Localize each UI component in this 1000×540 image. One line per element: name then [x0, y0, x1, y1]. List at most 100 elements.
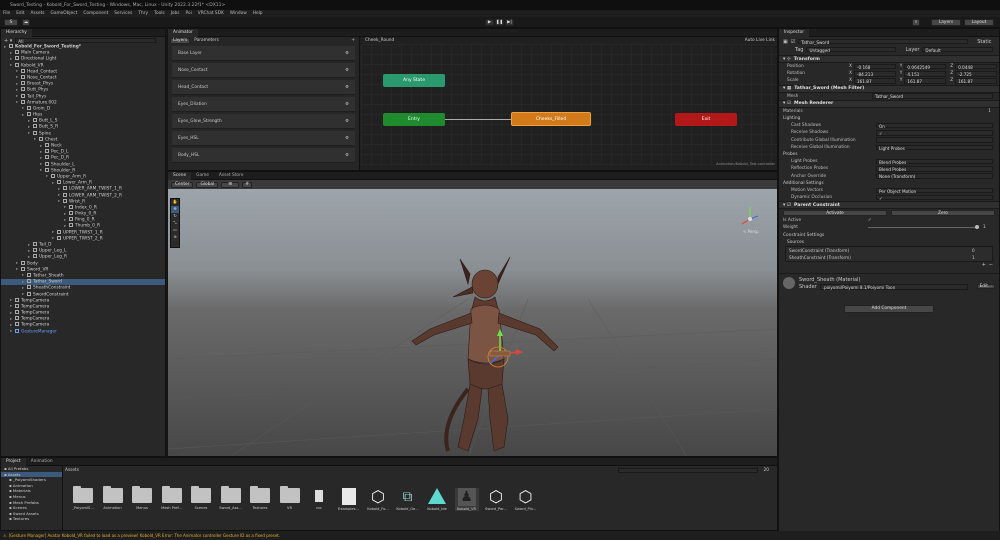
subtab-parameters[interactable]: Parameters [194, 38, 219, 43]
add-source-icon[interactable]: + [982, 262, 986, 268]
mesh-field[interactable]: Tathar_Sword [872, 93, 993, 99]
rotation-x-field[interactable]: -84.213 [853, 71, 896, 77]
gear-icon[interactable]: ⚙ [345, 51, 349, 56]
gear-icon[interactable]: ⚙ [345, 153, 349, 158]
project-asset[interactable]: _PoiyomiS... [71, 486, 95, 510]
additional-setting-field[interactable]: Per Object Motion [876, 187, 993, 194]
tab-game[interactable]: Game [191, 172, 214, 180]
project-asset[interactable]: Scenes [189, 486, 213, 510]
hierarchy-item[interactable]: ▸ GestureManager [1, 328, 165, 335]
rect-tool-icon[interactable]: ▭ [171, 227, 179, 234]
tab-animator[interactable]: Animator [168, 29, 198, 37]
add-component-button[interactable]: Add Component [844, 304, 934, 313]
project-asset[interactable]: csc [307, 488, 331, 510]
menu-item-file[interactable]: File [3, 11, 10, 16]
tab-scene[interactable]: Scene [168, 172, 192, 180]
x-axis-label[interactable]: X [849, 71, 852, 76]
node-any-state[interactable]: Any State [383, 74, 445, 87]
snap-icon[interactable]: ⊞ [221, 181, 240, 188]
project-search-input[interactable] [617, 467, 758, 474]
project-asset[interactable]: Mesh Pref... [160, 486, 184, 510]
node-exit[interactable]: Exit [675, 113, 737, 126]
menu-item-edit[interactable]: Edit [16, 11, 24, 16]
menu-item-services[interactable]: Services [114, 11, 132, 16]
position-z-field[interactable]: 0.0448 [955, 63, 998, 70]
menu-item-help[interactable]: Help [253, 11, 263, 16]
transform-tool-icon[interactable]: ⊕ [171, 234, 179, 241]
add-icon[interactable]: + ▾ [4, 38, 12, 44]
tab-hierarchy[interactable]: Hierarchy [1, 29, 32, 37]
scale-y-field[interactable]: 161.87 [904, 78, 947, 84]
lighting-section[interactable]: Lighting [779, 115, 999, 122]
project-asset[interactable]: Kobold_Ide [425, 488, 449, 511]
gear-icon[interactable]: ⚙ [345, 136, 349, 141]
project-asset[interactable]: ⬡ Kobold_Fo... [366, 488, 390, 512]
z-axis-label[interactable]: Z [950, 78, 953, 83]
rotation-z-field[interactable]: -2.725 [955, 71, 998, 77]
scene-viewport[interactable]: < Persp [168, 189, 778, 457]
project-asset[interactable]: Animation [101, 486, 125, 510]
zero-button[interactable]: Zero [891, 210, 995, 217]
probe-setting-field[interactable]: Blend Probes [876, 158, 993, 165]
project-folder-item[interactable]: ▪ Textures [1, 516, 62, 522]
menu-item-thry[interactable]: Thry [138, 11, 148, 16]
materials-row[interactable]: Materials 1 [779, 108, 999, 115]
probe-setting-field[interactable]: Blend Probes [876, 166, 993, 172]
tab-animation[interactable]: Animation [26, 458, 58, 466]
account-button[interactable]: S [4, 19, 18, 26]
tab-inspector[interactable]: Inspector [779, 29, 810, 37]
gear-icon[interactable]: ⚙ [345, 85, 349, 90]
project-asset[interactable]: ⧉ Kobold_Ge... [396, 488, 420, 511]
activate-button[interactable]: Activate [783, 210, 887, 217]
move-tool-icon[interactable]: ✥ [171, 206, 179, 213]
is-active-checkbox[interactable]: ✓ [868, 218, 872, 223]
active-checkbox[interactable]: ☑ [791, 39, 795, 45]
project-asset[interactable]: Examples... [337, 488, 361, 511]
additional-setting-field[interactable]: ✓ [876, 194, 993, 201]
pivot-space-dropdown[interactable]: Global [196, 181, 219, 188]
remove-source-icon[interactable]: − [989, 262, 993, 268]
gear-icon[interactable]: ⚙ [345, 102, 349, 107]
menu-item-poi[interactable]: Poi [186, 11, 192, 16]
probe-setting-field[interactable]: None (Transform) [876, 173, 993, 179]
animator-layer-item[interactable]: Base Layer ⚙ [172, 46, 355, 61]
constraint-settings-section[interactable]: Constraint Settings [779, 232, 999, 239]
project-asset[interactable]: ♟ Kobold_VR [454, 488, 479, 511]
layout-dropdown[interactable]: Layout [964, 19, 994, 26]
lighting-setting-field[interactable]: Light Probes [876, 144, 993, 151]
gear-icon[interactable]: ⚙ [345, 119, 349, 124]
weight-value[interactable]: 1 [983, 225, 999, 230]
play-button[interactable]: ▶ [485, 19, 494, 26]
search-icon[interactable]: ⌕ [912, 19, 920, 26]
source-weight-value[interactable]: 1 [972, 255, 992, 260]
menu-item-assets[interactable]: Assets [31, 11, 45, 16]
step-button[interactable]: ▶| [505, 19, 514, 26]
z-axis-label[interactable]: Z [950, 71, 953, 76]
source-transform-label[interactable]: SheathConstraint (Transform) [789, 255, 972, 260]
animator-layer-item[interactable]: Nose_Contact ⚙ [172, 63, 355, 78]
y-axis-label[interactable]: Y [900, 64, 903, 69]
animator-layer-item[interactable]: Eyes_Dilation ⚙ [172, 97, 355, 112]
material-header[interactable]: Sword_Sheath (Material) Shader .poiyomi/… [783, 277, 995, 290]
mesh-filter-header[interactable]: ▾ ▦ Tathar_Sword (Mesh Filter) [779, 84, 999, 93]
node-default-state[interactable]: Cheeks_Filled [511, 112, 591, 126]
animator-layer-item[interactable]: Eyes_Glow_Strength ⚙ [172, 114, 355, 129]
layers-dropdown[interactable]: Layers [931, 19, 961, 26]
constraint-source-row[interactable]: SheathConstraint (Transform) 1 [786, 254, 992, 261]
grid-icon[interactable]: # [242, 181, 253, 188]
lighting-setting-field[interactable]: On [876, 122, 993, 129]
tab-project[interactable]: Project [1, 458, 26, 466]
menu-item-tools[interactable]: Tools [154, 11, 165, 16]
menu-item-window[interactable]: Window [230, 11, 247, 16]
source-transform-label[interactable]: SwordConstraint (Transform) [789, 248, 972, 253]
x-axis-label[interactable]: X [849, 78, 852, 83]
hierarchy-search-input[interactable]: All [15, 38, 156, 44]
layer-dropdown[interactable]: Default [922, 46, 993, 53]
gear-icon[interactable]: ⚙ [345, 68, 349, 73]
node-entry[interactable]: Entry [383, 113, 445, 126]
additional-section[interactable]: Additional Settings [779, 180, 999, 187]
menu-item-gameobject[interactable]: GameObject [51, 11, 78, 16]
weight-slider-handle[interactable] [975, 225, 979, 230]
weight-slider[interactable] [868, 225, 979, 230]
cloud-icon[interactable]: ☁ [22, 19, 30, 26]
